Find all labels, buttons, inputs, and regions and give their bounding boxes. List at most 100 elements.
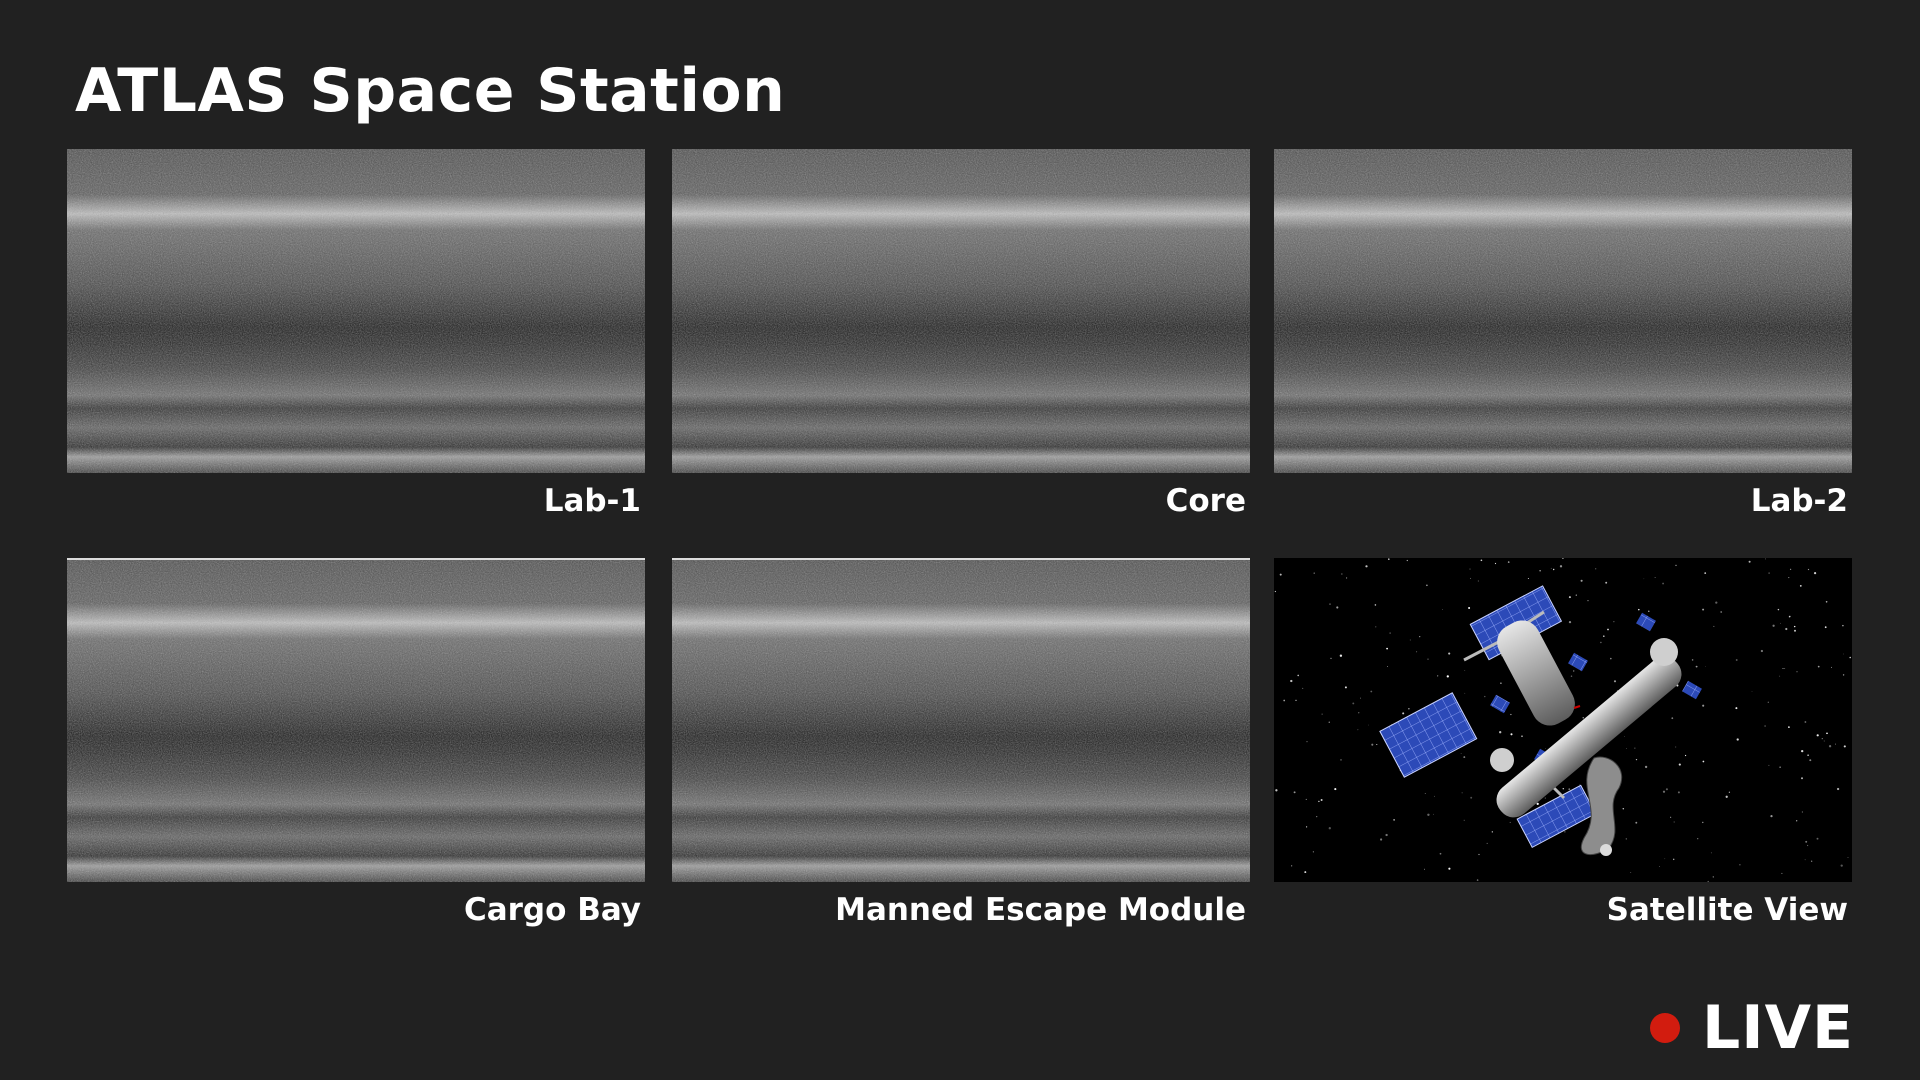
star xyxy=(1544,797,1546,799)
page-title: ATLAS Space Station xyxy=(75,56,786,126)
star xyxy=(1470,796,1473,799)
star xyxy=(1427,658,1429,660)
star xyxy=(1295,699,1297,701)
star xyxy=(1782,668,1784,670)
star xyxy=(1393,819,1395,821)
star xyxy=(1772,624,1775,627)
live-label: LIVE xyxy=(1702,993,1854,1063)
star xyxy=(1764,725,1766,727)
star xyxy=(1564,831,1566,833)
star xyxy=(1328,721,1330,723)
star xyxy=(1423,868,1426,870)
live-indicator: LIVE xyxy=(1650,998,1854,1058)
star xyxy=(1825,600,1828,603)
star xyxy=(1463,756,1466,759)
star xyxy=(1671,717,1674,720)
star xyxy=(1389,632,1391,634)
camera-screen-cargo-bay[interactable] xyxy=(67,558,645,882)
star xyxy=(1385,833,1388,837)
star xyxy=(1478,853,1480,856)
star xyxy=(1426,584,1428,587)
star xyxy=(1550,567,1552,569)
star xyxy=(1582,717,1584,719)
static-noise-icon xyxy=(672,149,1250,473)
camera-label-manned-escape-module: Manned Escape Module xyxy=(835,892,1246,928)
star xyxy=(1293,791,1296,794)
star xyxy=(1678,763,1681,766)
camera-feed-lab-2: Lab-2 xyxy=(1274,149,1852,520)
star xyxy=(1807,568,1810,571)
camera-screen-core[interactable] xyxy=(672,149,1250,473)
star xyxy=(1334,788,1337,791)
star xyxy=(1409,639,1411,641)
star xyxy=(1579,784,1580,785)
star xyxy=(1622,808,1625,810)
star xyxy=(1580,579,1583,582)
star xyxy=(1811,860,1813,862)
star xyxy=(1388,558,1390,560)
star xyxy=(1796,820,1798,822)
star xyxy=(1847,857,1849,859)
camera-screen-satellite-view[interactable] xyxy=(1274,558,1852,882)
star xyxy=(1748,560,1751,563)
camera-screen-lab-1[interactable] xyxy=(67,149,645,473)
star xyxy=(1665,788,1668,791)
star xyxy=(1613,621,1615,623)
star xyxy=(1463,819,1465,821)
star xyxy=(1279,573,1282,576)
star xyxy=(1670,816,1672,818)
star xyxy=(1328,827,1331,830)
star xyxy=(1816,734,1819,737)
star xyxy=(1510,733,1513,736)
star xyxy=(1806,844,1809,847)
camera-screen-lab-2[interactable] xyxy=(1274,149,1852,473)
star xyxy=(1659,866,1660,867)
star xyxy=(1751,691,1753,693)
star xyxy=(1600,641,1602,644)
star xyxy=(1813,571,1817,575)
star xyxy=(1796,671,1798,673)
star xyxy=(1715,601,1718,604)
star xyxy=(1760,649,1764,653)
star xyxy=(1691,659,1694,661)
star xyxy=(1375,626,1377,628)
star xyxy=(1685,754,1687,757)
star xyxy=(1638,608,1640,611)
camera-dashboard: ATLAS Space Station Lab-1 Core Lab-2 Car… xyxy=(0,0,1920,1080)
star xyxy=(1739,864,1741,866)
star xyxy=(1321,713,1323,715)
star xyxy=(1291,865,1293,867)
star xyxy=(1635,821,1638,824)
star xyxy=(1484,695,1486,698)
camera-screen-manned-escape-module[interactable] xyxy=(672,558,1250,882)
star xyxy=(1842,624,1844,627)
star xyxy=(1357,729,1359,731)
star xyxy=(1634,747,1636,749)
star xyxy=(1437,675,1439,677)
camera-label-lab-1: Lab-1 xyxy=(543,483,641,519)
star xyxy=(1702,821,1704,824)
static-noise-icon xyxy=(1274,149,1852,473)
star xyxy=(1736,738,1739,741)
star xyxy=(1374,604,1377,606)
star xyxy=(1705,665,1706,667)
star xyxy=(1765,558,1766,560)
star xyxy=(1728,791,1731,793)
star xyxy=(1274,590,1277,593)
star xyxy=(1304,871,1307,874)
star xyxy=(1607,628,1609,631)
star xyxy=(1305,826,1308,828)
star xyxy=(1386,666,1388,668)
star xyxy=(1386,647,1388,650)
star xyxy=(1809,759,1812,762)
star xyxy=(1704,572,1707,574)
star xyxy=(1510,713,1512,716)
star xyxy=(1305,798,1307,800)
star xyxy=(1768,764,1770,766)
star xyxy=(1536,802,1539,806)
star xyxy=(1408,708,1410,710)
star xyxy=(1318,800,1320,803)
star xyxy=(1828,745,1832,748)
star xyxy=(1359,697,1362,699)
star xyxy=(1662,582,1665,585)
